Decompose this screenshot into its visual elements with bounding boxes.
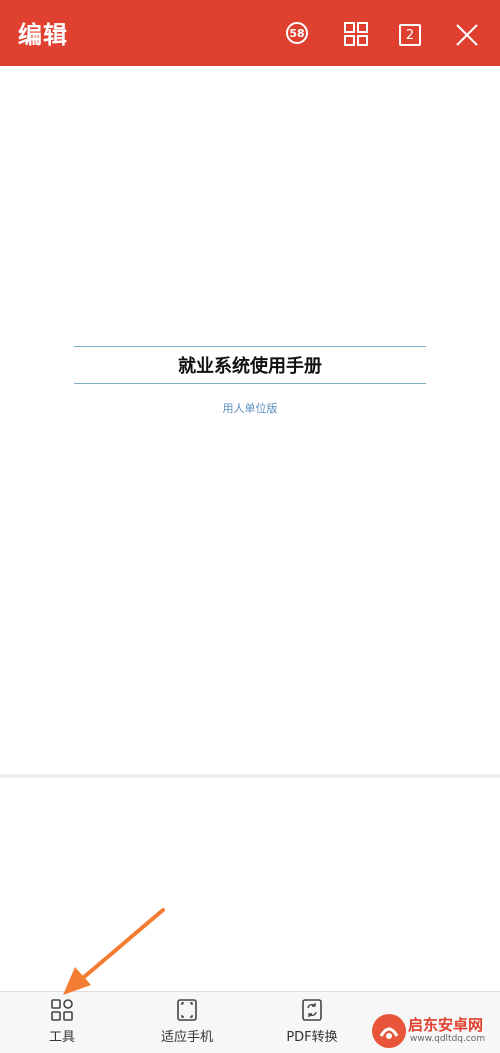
title-top-rule	[74, 346, 426, 347]
watermark-name: 启东安卓网	[408, 1016, 484, 1034]
tools-button[interactable]: 工具	[7, 998, 117, 1052]
watermark: 启东安卓网 www.qdltdq.com	[372, 1012, 500, 1052]
pdf-convert-icon	[302, 999, 322, 1021]
tools-label: 工具	[48, 1030, 75, 1045]
title-bottom-rule	[74, 383, 426, 384]
fit-phone-button[interactable]: 适应手机	[132, 998, 242, 1052]
pdf-convert-button[interactable]: PDF转换	[257, 998, 367, 1052]
document-subtitle: 用人单位版	[222, 402, 278, 415]
document-page[interactable]: 就业系统使用手册 用人单位版	[0, 66, 500, 774]
page-title: 编辑	[18, 21, 68, 49]
watermark-url: www.qdltdq.com	[410, 1034, 486, 1044]
watermark-logo-icon	[372, 1014, 406, 1048]
badge-count-icon[interactable]: 58	[286, 22, 308, 44]
document-title: 就业系统使用手册	[178, 356, 322, 377]
pdf-convert-label: PDF转换	[286, 1030, 338, 1045]
page-count-button[interactable]: 2	[399, 24, 421, 46]
top-bar: 编辑 58 2	[0, 0, 500, 66]
grid-view-icon[interactable]	[343, 21, 369, 47]
annotation-arrow-icon	[63, 908, 165, 995]
close-icon[interactable]	[455, 23, 481, 49]
tools-grid-icon	[51, 999, 73, 1021]
fit-phone-label: 适应手机	[160, 1030, 213, 1045]
app-screen: 编辑 58 2 就业系统使用手册 用人单位版 工具 适应手机 PDF转换 启东安…	[0, 0, 500, 1053]
fit-screen-icon	[177, 999, 197, 1021]
